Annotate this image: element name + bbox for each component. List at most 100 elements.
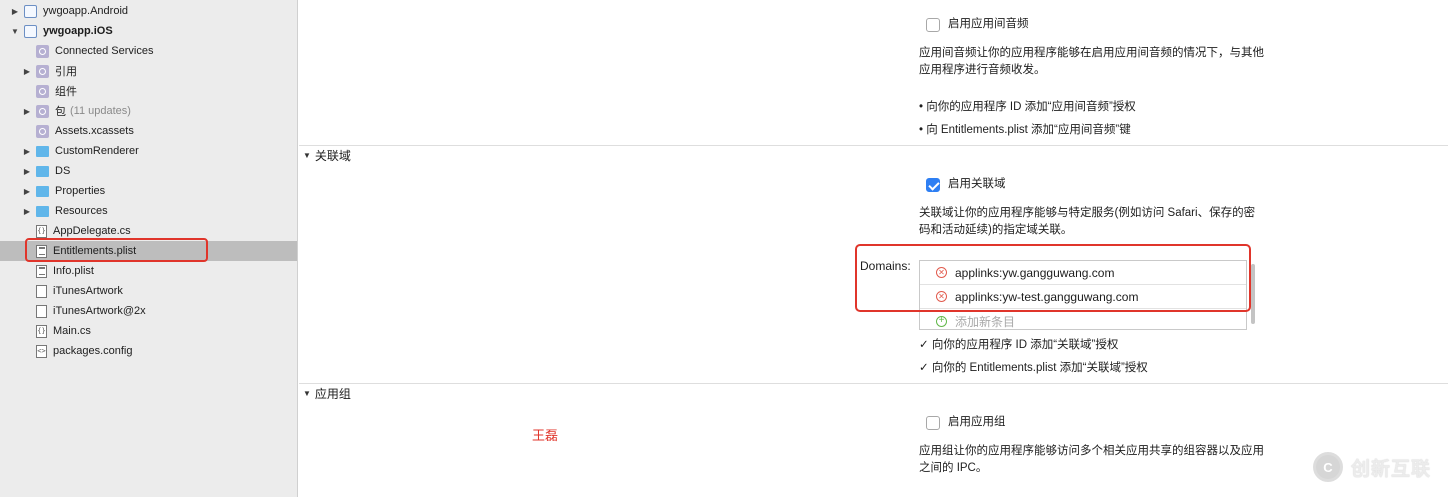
associated-domains-label: 启用关联域	[948, 178, 1006, 190]
file-icon	[36, 284, 47, 298]
collapse-triangle-icon[interactable]: ▼	[10, 26, 20, 36]
tree-item-label: Info.plist	[53, 265, 94, 277]
tree-item-label: 引用	[55, 66, 77, 78]
section-header-associated-domains[interactable]: ▼ 关联域	[303, 147, 351, 164]
expand-triangle-icon[interactable]: ▶	[22, 166, 32, 176]
folder-icon	[36, 205, 49, 217]
add-domain-row[interactable]: + 添加新条目	[920, 309, 1246, 333]
tree-item-resources[interactable]: ▶ Resources	[0, 201, 297, 221]
virtual-folder-icon	[36, 124, 49, 138]
collapse-triangle-icon[interactable]: ▼	[303, 389, 311, 398]
tree-item-label: CustomRenderer	[55, 145, 139, 157]
tree-item-label: 包	[55, 106, 66, 118]
add-icon[interactable]: +	[936, 315, 947, 327]
tree-item-ds[interactable]: ▶ DS	[0, 161, 297, 181]
tree-item-ywgoapp-ios[interactable]: ▼ ywgoapp.iOS	[0, 21, 297, 41]
expand-triangle-icon[interactable]: ▶	[22, 146, 32, 156]
associated-domains-checkbox[interactable]	[926, 178, 940, 192]
tree-item-label: Entitlements.plist	[53, 245, 137, 257]
tree-item-packages-config[interactable]: <> packages.config	[0, 341, 297, 361]
tree-item-label: ywgoapp.iOS	[43, 25, 113, 37]
tree-item-label: Main.cs	[53, 325, 91, 337]
associated-domains-step: ✓ 向你的应用程序 ID 添加“关联域”授权	[919, 339, 1119, 351]
associated-domains-description: 关联域让你的应用程序能够与特定服务(例如访问 Safari、保存的密码和活动延续…	[919, 207, 1256, 236]
tree-item-properties[interactable]: ▶ Properties	[0, 181, 297, 201]
project-icon	[24, 4, 37, 18]
plist-file-icon	[36, 264, 47, 278]
tree-item-entitlements[interactable]: Entitlements.plist	[0, 241, 297, 261]
collapse-triangle-icon[interactable]: ▼	[303, 151, 311, 160]
tree-item-itunesartwork-2x[interactable]: iTunesArtwork@2x	[0, 301, 297, 321]
tree-item-label: ywgoapp.Android	[43, 5, 129, 17]
virtual-folder-icon	[36, 104, 49, 118]
entitlements-editor: 启用应用间音频 应用间音频让你的应用程序能够在启用应用间音频的情况下，与其他应用…	[299, 0, 1448, 497]
watermark: C 创新互联	[1313, 452, 1431, 482]
domains-scrollbar[interactable]	[1251, 264, 1255, 324]
section-divider	[299, 145, 1448, 146]
domain-row[interactable]: ✕ applinks:yw-test.gangguwang.com	[920, 285, 1246, 309]
tree-item-assets[interactable]: Assets.xcassets	[0, 121, 297, 141]
tree-item-main-cs[interactable]: {} Main.cs	[0, 321, 297, 341]
domains-list[interactable]: ✕ applinks:yw.gangguwang.com ✕ applinks:…	[919, 260, 1247, 330]
section-divider	[299, 383, 1448, 384]
section-title: 关联域	[314, 149, 351, 163]
tree-item-appdelegate[interactable]: {} AppDelegate.cs	[0, 221, 297, 241]
domain-row[interactable]: ✕ applinks:yw.gangguwang.com	[920, 261, 1246, 285]
associated-domains-step: ✓ 向你的 Entitlements.plist 添加“关联域”授权	[919, 362, 1148, 374]
tree-item-label: Properties	[55, 185, 106, 197]
watermark-logo-icon: C	[1313, 452, 1343, 482]
domain-value: applinks:yw-test.gangguwang.com	[955, 289, 1139, 304]
code-file-icon: {}	[36, 324, 47, 338]
project-icon	[24, 24, 37, 38]
tree-item-label: DS	[55, 165, 71, 177]
app-groups-checkbox[interactable]	[926, 416, 940, 430]
inter-app-audio-label: 启用应用间音频	[948, 18, 1029, 30]
tree-item-info-plist[interactable]: Info.plist	[0, 261, 297, 281]
virtual-folder-icon	[36, 84, 49, 98]
tree-item-customrenderer[interactable]: ▶ CustomRenderer	[0, 141, 297, 161]
tree-item-itunesartwork[interactable]: iTunesArtwork	[0, 281, 297, 301]
remove-icon[interactable]: ✕	[936, 267, 947, 278]
section-header-app-groups[interactable]: ▼ 应用组	[303, 385, 351, 402]
tree-item-packages[interactable]: ▶ 包 (11 updates)	[0, 101, 297, 121]
remove-icon[interactable]: ✕	[936, 291, 947, 302]
tree-item-label: iTunesArtwork@2x	[53, 305, 146, 317]
tree-item-components[interactable]: 组件	[0, 81, 297, 101]
expand-triangle-icon[interactable]: ▶	[22, 66, 32, 76]
watermark-text: 创新互联	[1351, 458, 1432, 480]
expand-triangle-icon[interactable]: ▶	[10, 6, 20, 16]
app-groups-description: 应用组让你的应用程序能够访问多个相关应用共享的组容器以及应用之间的 IPC。	[919, 445, 1264, 474]
folder-icon	[36, 185, 49, 197]
virtual-folder-icon	[36, 44, 49, 58]
app-groups-label: 启用应用组	[948, 416, 1006, 428]
expand-triangle-icon[interactable]: ▶	[22, 186, 32, 196]
tree-item-label: packages.config	[53, 345, 133, 357]
inter-app-audio-bullet: • 向 Entitlements.plist 添加“应用间音频”键	[919, 124, 1131, 136]
updates-badge: (11 updates)	[70, 105, 131, 117]
expand-triangle-icon[interactable]: ▶	[22, 106, 32, 116]
virtual-folder-icon	[36, 64, 49, 78]
domain-value: applinks:yw.gangguwang.com	[955, 265, 1115, 280]
file-icon	[36, 304, 47, 318]
tree-item-references[interactable]: ▶ 引用	[0, 61, 297, 81]
inter-app-audio-checkbox[interactable]	[926, 18, 940, 32]
expand-triangle-icon[interactable]: ▶	[22, 206, 32, 216]
tree-item-label: AppDelegate.cs	[53, 225, 131, 237]
domains-label: Domains:	[860, 259, 911, 273]
add-entry-placeholder: 添加新条目	[955, 314, 1016, 329]
solution-sidebar: ▶ ywgoapp.Android ▼ ywgoapp.iOS Connecte…	[0, 0, 298, 497]
inter-app-audio-description: 应用间音频让你的应用程序能够在启用应用间音频的情况下，与其他应用程序进行音频收发…	[919, 47, 1264, 76]
section-title: 应用组	[314, 387, 351, 401]
plist-file-icon	[36, 244, 47, 258]
code-file-icon: {}	[36, 224, 47, 238]
folder-icon	[36, 165, 49, 177]
tree-item-label: Connected Services	[55, 45, 154, 57]
tree-item-label: iTunesArtwork	[53, 285, 123, 297]
tree-item-connected-services[interactable]: Connected Services	[0, 41, 297, 61]
tree-item-label: 组件	[55, 86, 77, 98]
tree-item-label: Resources	[55, 205, 108, 217]
author-annotation: 王磊	[532, 428, 559, 443]
inter-app-audio-bullet: • 向你的应用程序 ID 添加“应用间音频”授权	[919, 101, 1136, 113]
tree-item-ywgoapp-android[interactable]: ▶ ywgoapp.Android	[0, 1, 297, 21]
config-file-icon: <>	[36, 344, 47, 358]
